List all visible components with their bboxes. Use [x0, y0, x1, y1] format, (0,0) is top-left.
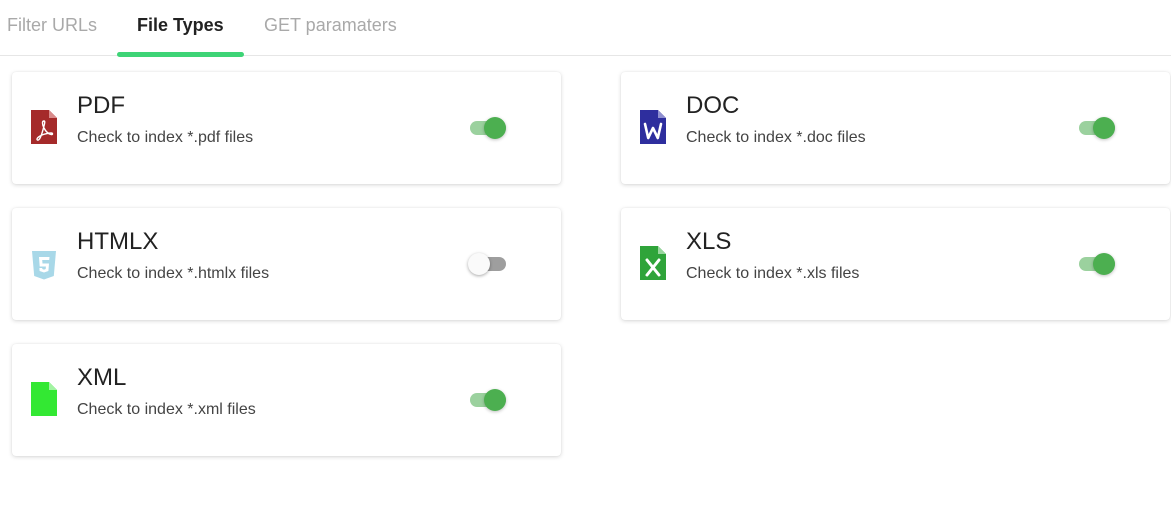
xml-file-icon — [31, 382, 57, 416]
pdf-toggle[interactable] — [470, 117, 506, 139]
xls-toggle[interactable] — [1079, 253, 1115, 275]
tab-get-parameters[interactable]: GET paramaters — [264, 0, 397, 55]
file-type-title: DOC — [686, 92, 740, 119]
htmlx-toggle[interactable] — [468, 253, 506, 275]
file-type-description: Check to index *.pdf files — [77, 129, 254, 146]
pdf-file-icon — [31, 110, 57, 144]
file-type-description: Check to index *.xls files — [686, 265, 860, 282]
xml-toggle[interactable] — [470, 389, 506, 411]
toggle-knob — [484, 389, 506, 411]
file-type-card-doc: DOC Check to index *.doc files — [621, 72, 1170, 184]
file-type-card-htmlx: HTMLX Check to index *.htmlx files — [12, 208, 561, 320]
file-type-description: Check to index *.htmlx files — [77, 265, 270, 282]
file-type-title: XML — [77, 364, 127, 391]
tab-filter-urls[interactable]: Filter URLs — [7, 0, 97, 55]
toggle-knob — [484, 117, 506, 139]
file-type-title: PDF — [77, 92, 125, 119]
toggle-knob — [468, 253, 490, 275]
file-type-card-xml: XML Check to index *.xml files — [12, 344, 561, 456]
html5-icon — [32, 251, 56, 280]
file-type-title: HTMLX — [77, 228, 159, 255]
file-type-card-pdf: PDF Check to index *.pdf files — [12, 72, 561, 184]
file-type-card-xls: XLS Check to index *.xls files — [621, 208, 1170, 320]
file-type-title: XLS — [686, 228, 732, 255]
tab-bar: Filter URLs File Types GET paramaters — [0, 0, 1171, 57]
active-tab-indicator — [117, 52, 244, 57]
word-file-icon — [640, 110, 666, 144]
file-type-description: Check to index *.doc files — [686, 129, 866, 146]
tab-file-types[interactable]: File Types — [137, 0, 224, 55]
file-type-description: Check to index *.xml files — [77, 401, 256, 418]
toggle-knob — [1093, 253, 1115, 275]
excel-file-icon — [640, 246, 666, 280]
doc-toggle[interactable] — [1079, 117, 1115, 139]
toggle-knob — [1093, 117, 1115, 139]
